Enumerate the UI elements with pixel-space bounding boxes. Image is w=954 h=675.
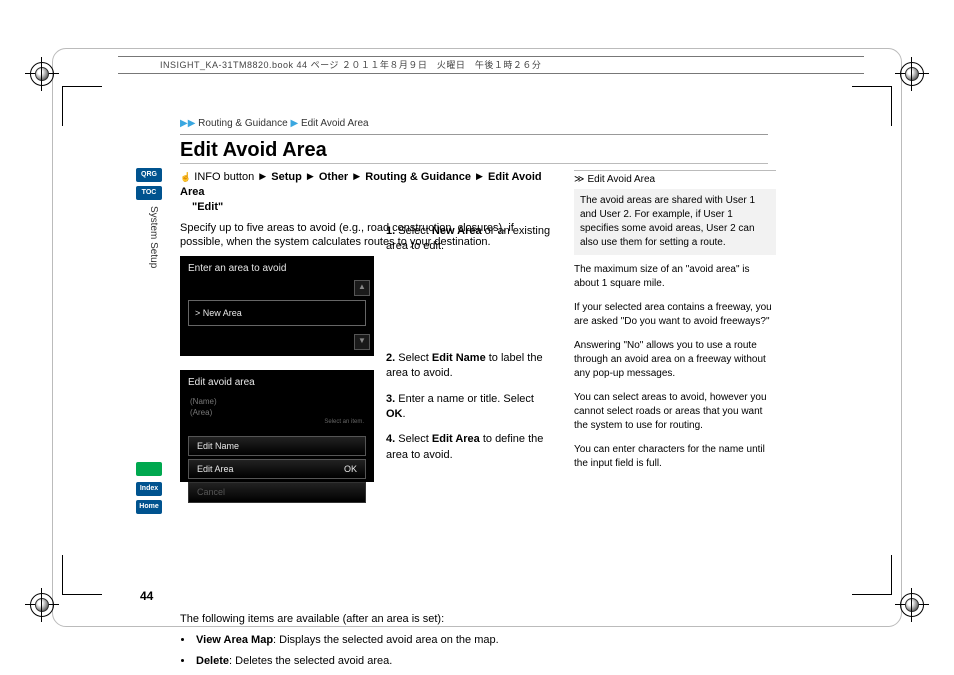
right-p4: Answering "No" allows you to use a route… [574, 339, 776, 381]
side-tab-toc[interactable]: TOC [136, 186, 162, 200]
screenshot-enter-area: Enter an area to avoid > New Area ▲ ▼ [180, 256, 374, 356]
side-tab-home[interactable]: Home [136, 500, 162, 514]
step-3: 3. Enter a name or title. Select OK. [386, 392, 554, 423]
page-number: 44 [140, 589, 153, 603]
side-tab-voice[interactable] [136, 462, 162, 476]
screen-meta-name: (Name) [190, 397, 217, 406]
registration-mark-tl [30, 62, 54, 86]
screen-title: Enter an area to avoid [180, 256, 374, 282]
step-4: 4. Select Edit Area to define the area t… [386, 432, 554, 463]
triangle-icon: ▶ [290, 118, 298, 129]
right-p2: The maximum size of an "avoid area" is a… [574, 263, 776, 291]
path-setup: Setup [271, 171, 302, 183]
right-header-text: Edit Avoid Area [587, 174, 655, 185]
breadcrumb: ▶▶ Routing & Guidance ▶ Edit Avoid Area [180, 118, 369, 129]
right-p3: If your selected area contains a freeway… [574, 301, 776, 329]
scrollbar: ▲ ▼ [354, 280, 368, 350]
rule [180, 134, 768, 135]
note-icon: ≫ [574, 173, 584, 187]
right-header: ≫Edit Avoid Area [574, 170, 776, 189]
step-2: 2. Select Edit Name to label the area to… [386, 351, 554, 382]
after-list: View Area Map: Displays the selected avo… [180, 633, 556, 669]
path-lead: INFO button [194, 171, 254, 183]
item-title: View Area Map [196, 634, 273, 646]
item-desc: : Deletes the selected avoid area. [229, 655, 392, 667]
triangle-icon: ▶ [257, 171, 268, 181]
registration-mark-tr [900, 62, 924, 86]
triangle-icon: ▶▶ [180, 118, 195, 129]
item-desc: : Displays the selected avoid area on th… [273, 634, 499, 646]
triangle-icon: ▶ [474, 171, 485, 181]
screenshot-edit-avoid-area: Edit avoid area (Name) (Area) Select an … [180, 370, 374, 482]
step-1: 1. Select New Area or an existing area t… [386, 224, 554, 255]
side-section-label: System Setup [148, 206, 159, 268]
scroll-up-icon: ▲ [354, 280, 370, 296]
book-info-text: INSIGHT_KA-31TM8820.book 44 ページ ２０１１年８月９… [118, 60, 541, 70]
screen-title: Edit avoid area [180, 370, 374, 396]
registration-mark-br [900, 593, 924, 617]
book-header: INSIGHT_KA-31TM8820.book 44 ページ ２０１１年８月９… [118, 56, 864, 74]
side-tab-qrg[interactable]: QRG [136, 168, 162, 182]
nav-path: ☝ INFO button ▶ Setup ▶ Other ▶ Routing … [180, 170, 556, 215]
crumb-b: Edit Avoid Area [301, 118, 369, 129]
path-other: Other [319, 171, 348, 183]
list-item: Delete: Deletes the selected avoid area. [194, 654, 556, 669]
crumb-a: Routing & Guidance [198, 118, 288, 129]
path-edit: "Edit" [180, 201, 223, 213]
item-title: Delete [196, 655, 229, 667]
registration-mark-bl [30, 593, 54, 617]
screen-btn-edit-area: Edit AreaOK [188, 459, 366, 479]
screen-row-new-area: > New Area [188, 300, 366, 326]
crop-mark-bl [62, 555, 102, 595]
screen-btn-edit-name: Edit Name [188, 436, 366, 456]
crop-mark-br [852, 555, 892, 595]
scroll-down-icon: ▼ [354, 334, 370, 350]
side-tab-index[interactable]: Index [136, 482, 162, 496]
screen-hint: Select an item. [180, 418, 374, 426]
info-icon: ☝ [180, 172, 191, 182]
list-item: View Area Map: Displays the selected avo… [194, 633, 556, 648]
triangle-icon: ▶ [305, 171, 316, 181]
screen-btn-cancel: Cancel [188, 482, 366, 502]
screen-meta-area: (Area) [190, 408, 212, 417]
crop-mark-tl [62, 86, 102, 126]
after-lead: The following items are available (after… [180, 612, 556, 627]
section-title: Edit Avoid Area [180, 139, 327, 162]
right-note-box: The avoid areas are shared with User 1 a… [574, 189, 776, 255]
path-routing: Routing & Guidance [365, 171, 471, 183]
triangle-icon: ▶ [351, 171, 362, 181]
right-p6: You can enter characters for the name un… [574, 443, 776, 471]
rule [180, 163, 768, 164]
right-p5: You can select areas to avoid, however y… [574, 391, 776, 433]
crop-mark-tr [852, 86, 892, 126]
